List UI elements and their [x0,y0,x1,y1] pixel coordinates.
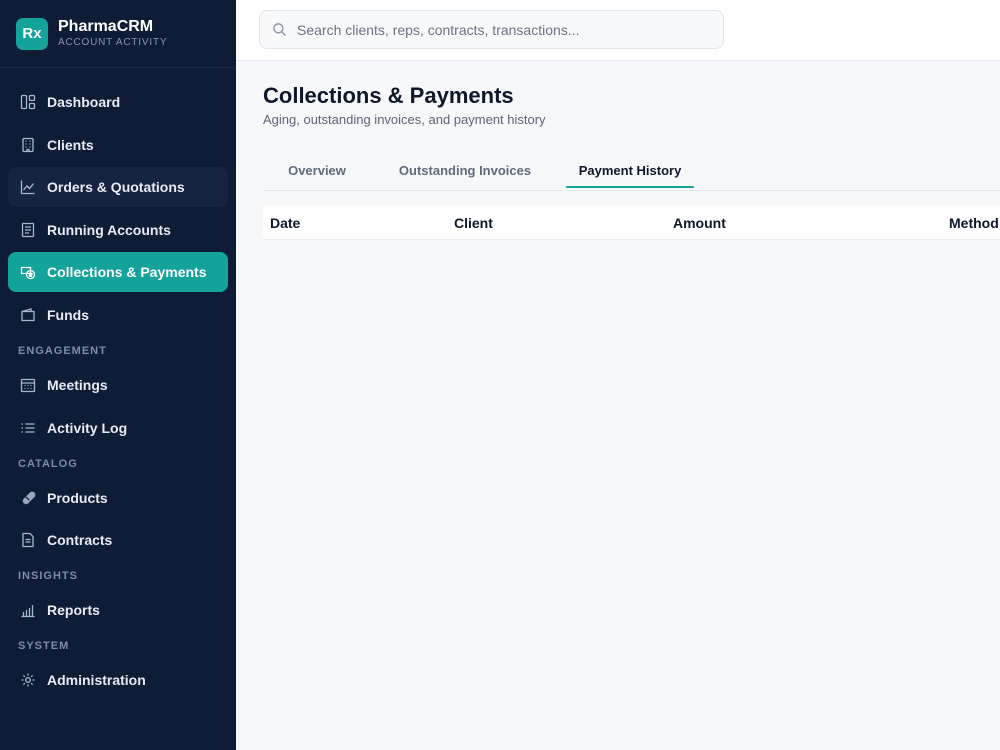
column-header-amount[interactable]: Amount [673,215,726,231]
ledger-icon [20,222,36,238]
search-input[interactable] [297,21,717,38]
list-icon [20,420,36,436]
tab-payment-history[interactable]: Payment History [566,157,694,191]
gear-icon [20,672,36,688]
tab-bar: Overview Outstanding Invoices Payment Hi… [263,157,1000,191]
tab-overview[interactable]: Overview [263,157,371,191]
top-bar [236,0,1000,61]
bar-chart-icon [20,602,36,618]
page-subtitle: Aging, outstanding invoices, and payment… [263,112,546,127]
sidebar-item-orders[interactable]: Orders & Quotations [8,167,228,208]
trending-chart-icon [20,179,36,195]
sidebar-nav: Dashboard Clients Orders & Quotations Ru… [0,68,236,700]
sidebar-item-meetings[interactable]: Meetings [8,365,228,405]
tab-outstanding-invoices[interactable]: Outstanding Invoices [375,157,555,191]
section-label-system: SYSTEM [18,640,70,653]
search-box[interactable] [259,10,724,49]
sidebar-item-collections-payments[interactable]: Collections & Payments [8,252,228,293]
section-label-insights: INSIGHTS [18,570,78,583]
document-icon [20,532,36,548]
sidebar-item-label: Products [47,489,108,506]
main-content: Collections & Payments Aging, outstandin… [263,61,1000,240]
section-label-engagement: ENGAGEMENT [18,344,107,357]
column-header-client[interactable]: Client [454,215,493,231]
wallet-icon [20,307,36,323]
brand: Rx PharmaCRM ACCOUNT ACTIVITY [0,0,236,68]
sidebar-item-dashboard[interactable]: Dashboard [8,82,228,122]
column-header-method[interactable]: Method [949,215,999,231]
sidebar-item-label: Running Accounts [47,221,171,238]
sidebar-item-label: Administration [47,672,146,689]
building-icon [20,137,36,153]
pill-icon [20,490,36,506]
sidebar-item-label: Dashboard [47,94,121,110]
sidebar-item-running-accounts[interactable]: Running Accounts [8,210,228,250]
money-transfer-icon [20,264,36,280]
sidebar-item-label: Contracts [47,532,113,549]
sidebar-item-funds[interactable]: Funds [8,295,228,335]
payment-history-table: Date Client Amount Method [263,205,1000,240]
sidebar-item-administration[interactable]: Administration [8,660,228,700]
sidebar-item-label: Collections & Payments [47,264,207,281]
sidebar-item-label: Activity Log [47,419,128,436]
brand-name: PharmaCRM [58,18,154,35]
sidebar: Rx PharmaCRM ACCOUNT ACTIVITY Dashboard … [0,0,236,750]
sidebar-item-label: Orders & Quotations [47,179,185,196]
sidebar-item-products[interactable]: Products [8,478,228,518]
page-title: Collections & Payments [263,83,514,108]
brand-subtitle: ACCOUNT ACTIVITY [58,37,168,48]
dashboard-icon [20,94,36,110]
column-header-date[interactable]: Date [270,215,300,231]
search-icon [273,23,286,36]
sidebar-item-label: Clients [47,136,94,153]
sidebar-item-label: Funds [47,306,89,323]
brand-logo: Rx [16,17,48,50]
calendar-icon [20,377,36,393]
sidebar-item-clients[interactable]: Clients [8,125,228,165]
sidebar-item-label: Meetings [47,376,108,393]
section-label-catalog: CATALOG [18,457,78,470]
sidebar-item-reports[interactable]: Reports [8,590,228,630]
sidebar-item-activity-log[interactable]: Activity Log [8,408,228,448]
sidebar-item-contracts[interactable]: Contracts [8,520,228,560]
sidebar-item-label: Reports [47,602,100,619]
